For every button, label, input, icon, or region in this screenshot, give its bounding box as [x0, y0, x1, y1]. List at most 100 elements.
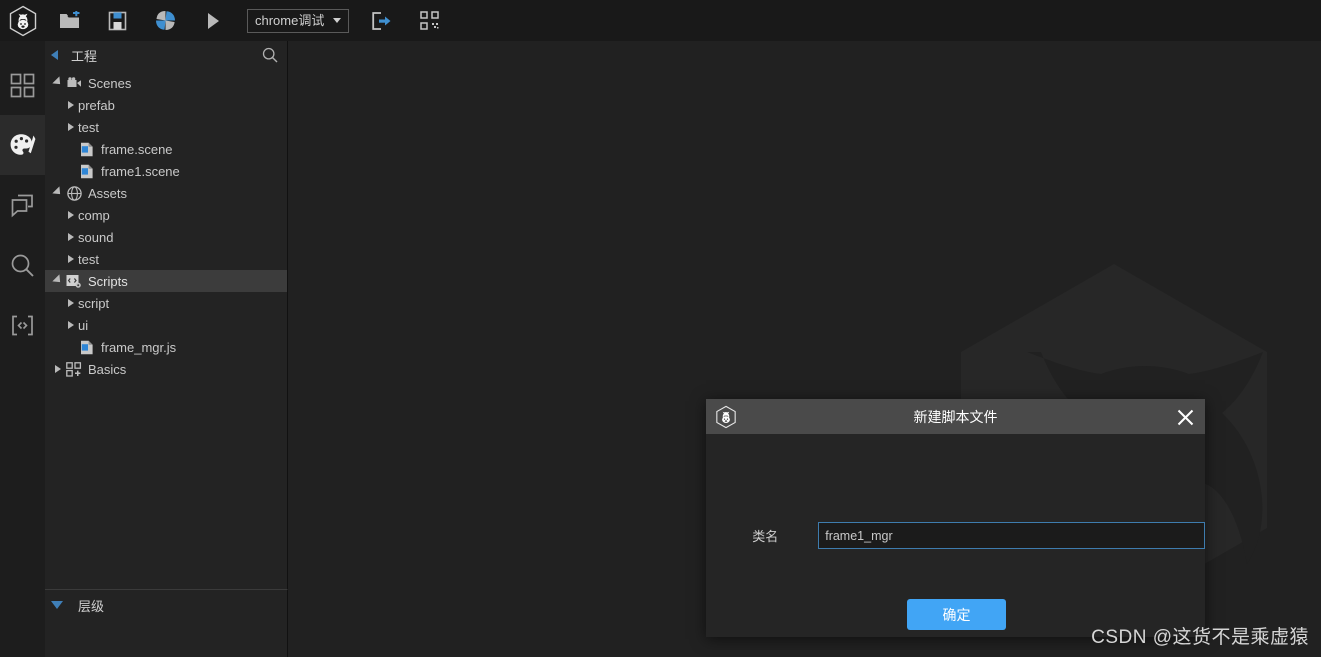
code-brackets-icon: [12, 315, 33, 335]
device-select[interactable]: chrome调试: [247, 8, 350, 33]
external-window-icon: [372, 11, 391, 30]
triangle-right-icon[interactable]: [64, 123, 78, 131]
cocos-hexagon-logo-icon: [9, 5, 36, 36]
tree-item-scripts[interactable]: Scripts: [45, 270, 287, 292]
class-name-field-row: 类名: [706, 522, 1205, 549]
tree-item-label: frame.scene: [101, 141, 173, 157]
tree-item-test[interactable]: test: [45, 248, 287, 270]
dialog-logo-icon: [715, 405, 737, 429]
new-folder-button[interactable]: [45, 0, 93, 41]
chat-bubbles-icon: [11, 194, 33, 217]
tree-item-test[interactable]: test: [45, 116, 287, 138]
tree-item-label: frame_mgr.js: [101, 339, 177, 355]
sidebar-item-dashboard[interactable]: [0, 55, 45, 115]
palette-icon: [10, 133, 36, 155]
app-logo: [0, 0, 45, 41]
camera-icon: [65, 76, 83, 90]
hierarchy-panel-title: 层级: [78, 598, 105, 614]
script-folder-icon: [66, 274, 81, 288]
tree-item-label: ui: [78, 317, 89, 333]
hierarchy-panel-header[interactable]: 层级: [45, 590, 287, 620]
pinwheel-refresh-icon: [155, 11, 175, 30]
hierarchy-panel: 层级: [45, 589, 288, 657]
dialog-title: 新建脚本文件: [913, 408, 998, 425]
magnifier-icon: [11, 254, 34, 277]
search-icon[interactable]: [262, 47, 278, 63]
dialog-titlebar[interactable]: 新建脚本文件: [706, 399, 1205, 434]
scene-file-icon: [81, 142, 93, 156]
open-external-button[interactable]: [357, 0, 405, 41]
tree-item-frame1-scene[interactable]: frame1.scene: [45, 160, 287, 182]
refresh-button[interactable]: [141, 0, 189, 41]
project-panel-title: 工程: [71, 48, 98, 64]
close-button[interactable]: [1173, 405, 1197, 429]
project-panel: 工程 Scenes prefab test frame.scene frame1.sce…: [45, 41, 288, 589]
tree-item-label: test: [78, 251, 99, 267]
tree-item-prefab[interactable]: prefab: [45, 94, 287, 116]
triangle-right-icon[interactable]: [64, 233, 78, 241]
blocks-icon: [65, 361, 83, 377]
play-button[interactable]: [189, 0, 237, 41]
tree-item-ui[interactable]: ui: [45, 314, 287, 336]
triangle-down-icon[interactable]: [51, 186, 65, 198]
qrcode-button[interactable]: [405, 0, 453, 41]
tree-item-label: prefab: [78, 97, 115, 113]
tree-item-label: Assets: [88, 185, 128, 201]
tree-item-label: comp: [78, 207, 110, 223]
save-disk-icon: [108, 11, 126, 30]
scene-file-icon: [78, 164, 96, 179]
tree-item-assets[interactable]: Assets: [45, 182, 287, 204]
tree-item-label: Scripts: [88, 273, 128, 289]
triangle-left-icon[interactable]: [51, 50, 58, 60]
dialog-body: 类名 确定: [706, 434, 1205, 637]
grid-squares-icon: [10, 73, 35, 97]
top-toolbar: chrome调试: [0, 0, 1321, 41]
globe-icon: [66, 185, 82, 201]
csdn-watermark: CSDN @这货不是乘虚猿: [1091, 627, 1309, 648]
save-button[interactable]: [93, 0, 141, 41]
tree-item-sound[interactable]: sound: [45, 226, 287, 248]
class-name-label: 类名: [752, 529, 779, 544]
script-file-icon: [81, 340, 93, 354]
triangle-right-icon[interactable]: [64, 299, 78, 307]
confirm-button[interactable]: 确定: [907, 599, 1006, 630]
cocos-hexagon-logo-icon: [716, 405, 736, 428]
qr-code-icon: [420, 11, 439, 30]
left-icon-rail: [0, 41, 45, 657]
blocks-icon: [66, 361, 82, 377]
triangle-down-icon[interactable]: [51, 76, 65, 88]
sidebar-item-code[interactable]: [0, 295, 45, 355]
tree-item-label: test: [78, 119, 99, 135]
scene-file-icon: [78, 142, 96, 157]
class-name-input[interactable]: [818, 522, 1205, 549]
close-x-icon: [1177, 409, 1193, 425]
triangle-right-icon[interactable]: [64, 211, 78, 219]
tree-item-script[interactable]: script: [45, 292, 287, 314]
camera-icon: [67, 76, 81, 87]
triangle-right-icon[interactable]: [64, 101, 78, 109]
tree-item-label: sound: [78, 229, 114, 245]
triangle-right-icon[interactable]: [51, 365, 65, 373]
triangle-right-icon[interactable]: [64, 255, 78, 263]
tree-item-label: Basics: [88, 361, 127, 377]
play-triangle-icon: [207, 12, 219, 29]
folder-new-icon: [59, 11, 79, 28]
tree-item-scenes[interactable]: Scenes: [45, 72, 287, 94]
device-select-value: chrome调试: [255, 13, 325, 28]
tree-item-frame-mgr-js[interactable]: frame_mgr.js: [45, 336, 287, 358]
sidebar-item-assets[interactable]: [0, 115, 45, 175]
script-folder-icon: [65, 274, 83, 289]
tree-item-label: script: [78, 295, 110, 311]
sidebar-item-console[interactable]: [0, 175, 45, 235]
triangle-right-icon[interactable]: [64, 321, 78, 329]
project-tree: Scenes prefab test frame.scene frame1.scene A…: [45, 69, 287, 380]
new-script-dialog: 新建脚本文件 类名 确定: [706, 399, 1205, 637]
tree-item-comp[interactable]: comp: [45, 204, 287, 226]
chevron-down-icon: [333, 18, 342, 23]
sidebar-item-search[interactable]: [0, 235, 45, 295]
triangle-down-icon[interactable]: [51, 601, 63, 609]
triangle-down-icon[interactable]: [51, 274, 65, 286]
tree-item-frame-scene[interactable]: frame.scene: [45, 138, 287, 160]
tree-item-label: frame1.scene: [101, 163, 180, 179]
tree-item-basics[interactable]: Basics: [45, 358, 287, 380]
